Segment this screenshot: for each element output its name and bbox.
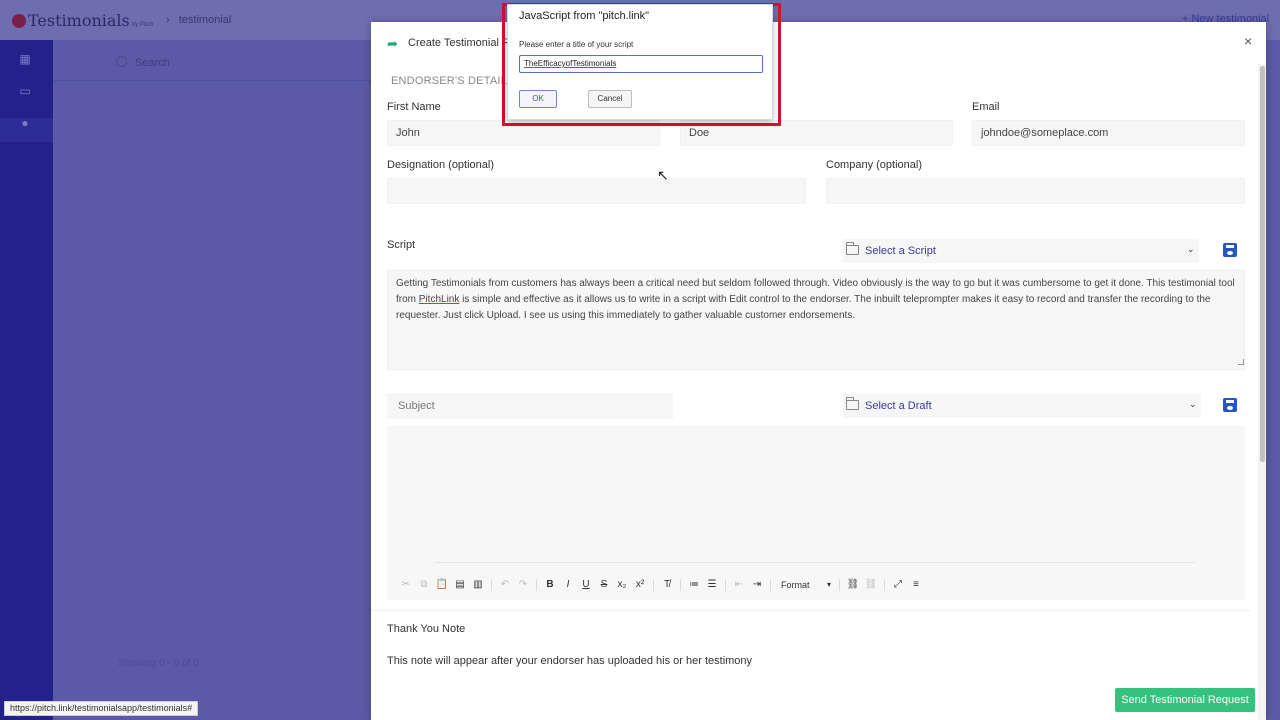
save-draft-icon[interactable] — [1223, 398, 1237, 412]
breadcrumb: › testimonial — [166, 14, 231, 26]
outdent-icon[interactable]: ⇤ — [730, 577, 748, 593]
thank-you-note-text[interactable]: This note will appear after your endorse… — [387, 655, 752, 667]
close-icon[interactable]: × — [1244, 34, 1252, 48]
main-divider — [53, 80, 373, 81]
paste-icon[interactable]: 📋 — [433, 577, 451, 593]
play-icon[interactable]: ● — [18, 116, 32, 130]
subscript-icon[interactable]: x₂ — [613, 577, 631, 593]
sidebar: ▦ ▭ ● — [0, 40, 53, 720]
subject-placeholder: Subject — [398, 400, 435, 412]
script-title-input[interactable]: TheEfficacyofTestimonials — [519, 55, 763, 73]
email-value: johndoe@someplace.com — [981, 127, 1109, 139]
resize-handle[interactable] — [1238, 359, 1244, 365]
subject-input[interactable]: Subject — [387, 393, 673, 419]
format-dropdown[interactable]: Format — [775, 577, 835, 593]
logo-subtext: by Pitch — [131, 21, 154, 28]
folder-icon — [846, 397, 859, 410]
underline-icon[interactable]: U — [577, 577, 595, 593]
script-text-part-2: is simple and effective as it allows us … — [396, 294, 1211, 321]
modal-title: Create Testimonial R — [408, 37, 510, 49]
app-logo[interactable]: Testimonials by Pitch — [12, 11, 153, 30]
unlink-icon[interactable]: ⛓ — [862, 577, 880, 593]
superscript-icon[interactable]: x² — [631, 577, 649, 593]
rich-text-editor[interactable]: ✂ ⧉ 📋 ▤ ▥ ↶ ↷ B I U S x₂ x² T̸ ≔ ☰ ⇤ ⇥ F… — [387, 426, 1245, 600]
company-field[interactable] — [826, 178, 1245, 204]
ok-button[interactable]: OK — [519, 90, 557, 108]
share-icon: ➦ — [387, 36, 398, 51]
italic-icon[interactable]: I — [559, 577, 577, 593]
section-divider — [371, 610, 1251, 611]
designation-field[interactable] — [387, 178, 806, 204]
testimonials-icon[interactable]: ▭ — [18, 84, 32, 98]
link-icon[interactable]: ⛓ — [844, 577, 862, 593]
bulleted-list-icon[interactable]: ☰ — [703, 577, 721, 593]
toolbar-separator — [653, 579, 654, 591]
cut-icon[interactable]: ✂ — [397, 577, 415, 593]
script-text-link: PitchLink — [418, 294, 460, 305]
email-label: Email — [972, 101, 1000, 113]
dashboard-icon[interactable]: ▦ — [18, 52, 32, 66]
numbered-list-icon[interactable]: ≔ — [685, 577, 703, 593]
dialog-message: Please enter a title of your script — [519, 40, 634, 49]
source-icon[interactable]: ≡ — [907, 577, 925, 593]
remove-format-icon[interactable]: T̸ — [658, 577, 676, 593]
toolbar-separator — [839, 579, 840, 591]
designation-label: Designation (optional) — [387, 159, 495, 171]
script-title-value: TheEfficacyofTestimonials — [524, 59, 617, 68]
maximize-icon[interactable]: ⤢ — [889, 577, 907, 593]
chevron-down-icon: ⌄ — [1189, 399, 1197, 409]
editor-toolbar: ✂ ⧉ 📋 ▤ ▥ ↶ ↷ B I U S x₂ x² T̸ ≔ ☰ ⇤ ⇥ F… — [397, 576, 1237, 594]
script-textarea[interactable]: Getting Testimonials from customers has … — [387, 270, 1245, 370]
copy-icon[interactable]: ⧉ — [415, 577, 433, 593]
dialog-title: JavaScript from "pitch.link" — [519, 10, 650, 22]
first-name-label: First Name — [387, 101, 441, 113]
save-script-icon[interactable] — [1223, 243, 1237, 257]
email-field[interactable]: johndoe@someplace.com — [972, 120, 1245, 146]
logo-mark-icon — [12, 13, 26, 28]
paste-text-icon[interactable]: ▤ — [451, 577, 469, 593]
cancel-button[interactable]: Cancel — [588, 90, 632, 108]
select-draft-text: Select a Draft — [865, 400, 932, 412]
send-testimonial-request-button[interactable]: Send Testimonial Request — [1115, 688, 1255, 712]
pagination-info: Showing 0 - 0 of 0 — [118, 658, 199, 669]
breadcrumb-separator: › — [166, 14, 170, 26]
select-script-text: Select a Script — [865, 245, 936, 257]
select-script-dropdown[interactable]: Select a Script ⌄ — [843, 239, 1199, 263]
undo-icon[interactable]: ↶ — [496, 577, 514, 593]
toolbar-separator — [536, 579, 537, 591]
toolbar-separator — [770, 579, 771, 591]
script-text: Getting Testimonials from customers has … — [396, 276, 1236, 324]
last-name-value: Doe — [689, 127, 710, 139]
toolbar-separator — [491, 579, 492, 591]
toolbar-separator — [884, 579, 885, 591]
search-input[interactable]: Search — [112, 52, 372, 74]
section-title: ENDORSER'S DETAILS — [391, 75, 515, 87]
chevron-down-icon: ⌄ — [1187, 244, 1195, 254]
toolbar-separator — [680, 579, 681, 591]
redo-icon[interactable]: ↷ — [514, 577, 532, 593]
scrollbar-thumb[interactable] — [1260, 66, 1265, 462]
strikethrough-icon[interactable]: S — [595, 577, 613, 593]
company-label: Company (optional) — [826, 159, 922, 171]
status-bar-url: https://pitch.link/testimonialsapp/testi… — [4, 701, 199, 716]
indent-icon[interactable]: ⇥ — [748, 577, 766, 593]
create-testimonial-modal: ➦ Create Testimonial R × ENDORSER'S DETA… — [371, 22, 1266, 720]
script-label: Script — [387, 239, 416, 251]
bold-icon[interactable]: B — [541, 577, 559, 593]
toolbar-separator — [725, 579, 726, 591]
select-draft-dropdown[interactable]: Select a Draft ⌄ — [843, 394, 1201, 418]
folder-icon — [846, 242, 859, 255]
logo-text: Testimonials — [28, 11, 130, 30]
search-placeholder: Search — [135, 57, 170, 69]
breadcrumb-current[interactable]: testimonial — [179, 14, 232, 26]
editor-divider — [435, 562, 1195, 563]
thank-you-note-label: Thank You Note — [387, 623, 466, 635]
first-name-value: John — [396, 127, 420, 139]
paste-word-icon[interactable]: ▥ — [469, 577, 487, 593]
mouse-cursor-icon: ↖ — [657, 167, 669, 183]
search-icon — [116, 56, 127, 67]
javascript-prompt-dialog: JavaScript from "pitch.link" Please ente… — [507, 4, 773, 120]
